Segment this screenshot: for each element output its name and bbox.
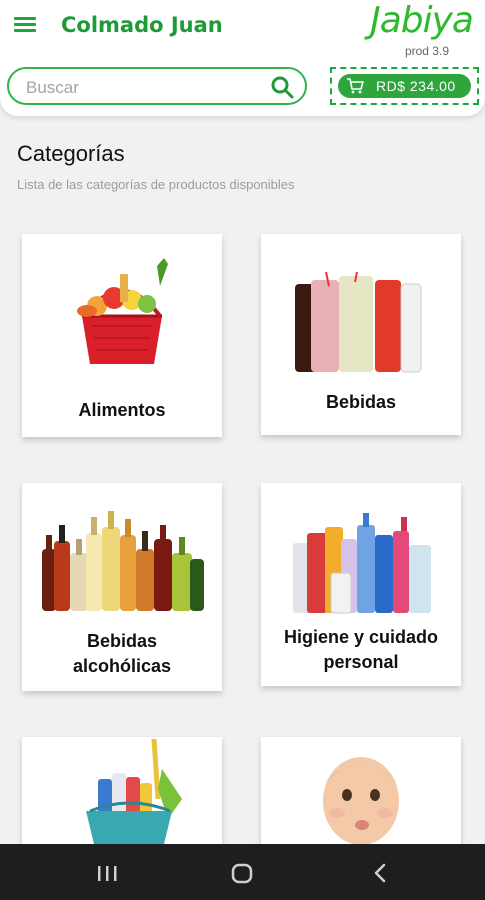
category-label-line1: Bebidas	[86, 631, 158, 651]
search-icon[interactable]	[270, 75, 294, 99]
category-label: Alimentos	[78, 400, 166, 420]
drinks-glasses-image	[295, 272, 422, 373]
app-header: Colmado Juan Jabiya prod 3.9 Buscar RD$ …	[0, 0, 485, 116]
search-input[interactable]: Buscar	[7, 67, 307, 105]
store-name: Colmado Juan	[61, 13, 223, 37]
category-card-alimentos[interactable]: Alimentos	[22, 234, 222, 437]
search-placeholder: Buscar	[26, 78, 79, 97]
section-subtitle: Lista de las categorías de productos dis…	[17, 177, 295, 192]
hamburger-menu-icon[interactable]	[14, 14, 40, 38]
category-card-bebe[interactable]	[261, 737, 461, 844]
food-basket-image	[77, 258, 168, 364]
category-card-limpieza[interactable]	[22, 737, 222, 844]
category-card-bebidas[interactable]: Bebidas	[261, 234, 461, 435]
hygiene-products-image	[293, 513, 431, 614]
category-card-bebidas-alcoholicas[interactable]: Bebidas alcohólicas	[22, 483, 222, 691]
back-icon[interactable]	[350, 844, 410, 900]
cart-amount: RD$ 234.00	[376, 78, 456, 94]
section-title: Categorías	[17, 141, 125, 166]
category-label-line2: personal	[323, 652, 399, 672]
shopping-cart-icon	[347, 78, 364, 94]
alcohol-bottles-image	[42, 511, 204, 611]
cleaning-bucket-image	[86, 739, 182, 844]
cart-focus-outline: RD$ 234.00	[330, 67, 479, 105]
category-label-line1: Higiene y cuidado	[283, 627, 439, 647]
recent-apps-icon[interactable]	[77, 844, 137, 900]
baby-image	[323, 757, 399, 844]
category-card-higiene[interactable]: Higiene y cuidado personal	[261, 483, 461, 686]
system-nav-bar	[0, 844, 485, 900]
home-icon[interactable]	[212, 844, 272, 900]
cart-button[interactable]: RD$ 234.00	[338, 74, 471, 98]
jabiya-logo: Jabiya	[370, 0, 474, 41]
category-label-line2: alcohólicas	[72, 656, 172, 676]
app-version: prod 3.9	[404, 44, 449, 58]
category-label: Bebidas	[325, 392, 397, 412]
